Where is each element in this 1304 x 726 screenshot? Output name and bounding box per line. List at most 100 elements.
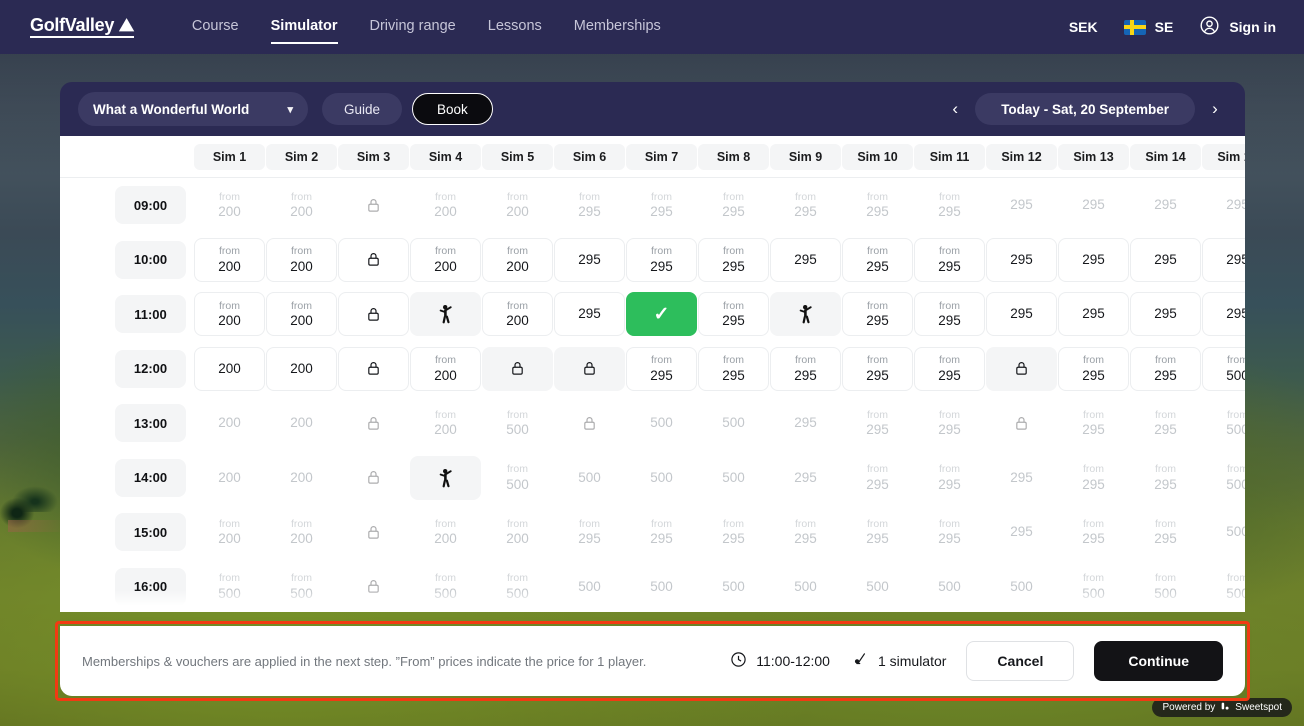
slot-cell[interactable]: 200 bbox=[194, 346, 265, 391]
slot-cell: from 295 bbox=[554, 510, 625, 554]
next-day-button[interactable]: › bbox=[1203, 95, 1227, 123]
slot-cell[interactable]: from 295 bbox=[626, 346, 697, 391]
slot-cell[interactable] bbox=[410, 455, 481, 500]
slot-cell[interactable] bbox=[338, 346, 409, 391]
currency-selector[interactable]: SEK bbox=[1069, 19, 1098, 35]
simulator-column-11[interactable]: Sim 11 bbox=[914, 143, 985, 170]
from-label: from bbox=[939, 354, 960, 367]
slot-cell[interactable]: from 200 bbox=[266, 292, 337, 337]
slot-cell[interactable]: from 295 bbox=[698, 237, 769, 282]
slot-cell[interactable]: 295 bbox=[1058, 292, 1129, 337]
slot-cell[interactable]: 295 bbox=[1130, 292, 1201, 337]
prev-day-button[interactable]: ‹ bbox=[943, 95, 967, 123]
simulator-column-4[interactable]: Sim 4 bbox=[410, 143, 481, 170]
slot-cell: 295 bbox=[1058, 183, 1129, 227]
grid-scroll-area[interactable]: 09:00 from 200 from 200 from 200 from 200 from 295… bbox=[60, 178, 1245, 612]
slot-cell[interactable] bbox=[482, 346, 553, 391]
slot-cell[interactable]: 295 bbox=[986, 237, 1057, 282]
slot-cell[interactable]: 295 bbox=[1202, 292, 1245, 337]
powered-by-badge[interactable]: Powered by Sweetspot bbox=[1152, 698, 1292, 717]
continue-button[interactable]: Continue bbox=[1094, 641, 1223, 681]
sign-in-button[interactable]: Sign in bbox=[1199, 15, 1276, 39]
cancel-button[interactable]: Cancel bbox=[966, 641, 1075, 681]
language-selector[interactable]: SE bbox=[1123, 19, 1173, 35]
simulator-column-2[interactable]: Sim 2 bbox=[266, 143, 337, 170]
slot-cell[interactable]: from 295 bbox=[1130, 346, 1201, 391]
brand-logo[interactable]: GolfValley ⛰ bbox=[30, 16, 134, 38]
simulator-column-7[interactable]: Sim 7 bbox=[626, 143, 697, 170]
book-button[interactable]: Book bbox=[412, 93, 493, 125]
slot-cell[interactable]: from 200 bbox=[482, 237, 553, 282]
slot-cell[interactable]: from 295 bbox=[770, 346, 841, 391]
simulator-column-3[interactable]: Sim 3 bbox=[338, 143, 409, 170]
simulator-column-1[interactable]: Sim 1 bbox=[194, 143, 265, 170]
slot-cell[interactable] bbox=[338, 237, 409, 282]
slot-cell[interactable]: 295 bbox=[554, 292, 625, 337]
simulator-column-12[interactable]: Sim 12 bbox=[986, 143, 1057, 170]
slot-price: 200 bbox=[218, 313, 241, 329]
simulator-column-15[interactable]: Sim 15 bbox=[1202, 143, 1245, 170]
simulator-column-13[interactable]: Sim 13 bbox=[1058, 143, 1129, 170]
slot-cell[interactable] bbox=[986, 346, 1057, 391]
slot-cell[interactable]: 295 bbox=[770, 237, 841, 282]
nav-link-course[interactable]: Course bbox=[192, 18, 239, 37]
slot-cell[interactable]: 295 bbox=[554, 237, 625, 282]
slot-cell[interactable]: 295 bbox=[1130, 237, 1201, 282]
slot-cell: 500 bbox=[626, 401, 697, 445]
slot-cell[interactable]: 295 bbox=[1058, 237, 1129, 282]
from-label: from bbox=[219, 190, 240, 203]
slot-cell[interactable]: 295 bbox=[1202, 237, 1245, 282]
sweetspot-icon bbox=[1220, 701, 1230, 714]
slot-cell[interactable]: from 200 bbox=[194, 292, 265, 337]
bottom-bar-note: Memberships & vouchers are applied in th… bbox=[82, 653, 647, 669]
slot-cell[interactable]: from 200 bbox=[194, 237, 265, 282]
simulator-column-9[interactable]: Sim 9 bbox=[770, 143, 841, 170]
nav-link-driving-range[interactable]: Driving range bbox=[370, 18, 456, 37]
current-date-label[interactable]: Today - Sat, 20 September bbox=[975, 93, 1195, 125]
from-label: from bbox=[435, 408, 456, 421]
slot-cell[interactable]: from 200 bbox=[410, 346, 481, 391]
simulator-column-14[interactable]: Sim 14 bbox=[1130, 143, 1201, 170]
slot-price: 295 bbox=[650, 204, 673, 220]
slot-cell[interactable]: from 295 bbox=[914, 237, 985, 282]
slot-cell[interactable]: from 295 bbox=[842, 292, 913, 337]
slot-cell[interactable]: from 295 bbox=[626, 237, 697, 282]
slot-cell[interactable]: from 295 bbox=[842, 237, 913, 282]
slot-cell: 295 bbox=[986, 456, 1057, 500]
slot-cell[interactable]: from 295 bbox=[842, 346, 913, 391]
slot-cell[interactable] bbox=[410, 292, 481, 337]
slot-cell[interactable]: ✓ bbox=[626, 292, 697, 337]
time-slot-row: 10:00 from 200 from 200 from 200 from 200 295 from… bbox=[60, 233, 1245, 288]
slot-cell[interactable]: from 295 bbox=[1058, 346, 1129, 391]
nav-link-lessons[interactable]: Lessons bbox=[488, 18, 542, 37]
slot-cell[interactable]: from500 bbox=[1202, 346, 1245, 391]
simulator-column-10[interactable]: Sim 10 bbox=[842, 143, 913, 170]
slot-cell[interactable] bbox=[554, 346, 625, 391]
simulator-column-5[interactable]: Sim 5 bbox=[482, 143, 553, 170]
from-label: from bbox=[939, 245, 960, 258]
user-circle-icon bbox=[1199, 15, 1220, 39]
availability-grid: Sim 1 Sim 2 Sim 3 Sim 4 Sim 5 Sim 6 Sim 7 Sim 8… bbox=[60, 136, 1245, 612]
from-label: from bbox=[435, 572, 456, 585]
nav-link-simulator[interactable]: Simulator bbox=[270, 18, 338, 44]
from-label: from bbox=[291, 517, 312, 530]
slot-cell[interactable]: from 200 bbox=[266, 237, 337, 282]
slot-cell[interactable]: 295 bbox=[986, 292, 1057, 337]
slot-cell[interactable]: from 295 bbox=[698, 292, 769, 337]
slot-cell[interactable]: from 200 bbox=[482, 292, 553, 337]
nav-link-memberships[interactable]: Memberships bbox=[574, 18, 661, 37]
guide-button[interactable]: Guide bbox=[322, 93, 403, 125]
from-label: from bbox=[939, 190, 960, 203]
slot-cell[interactable]: from 200 bbox=[410, 237, 481, 282]
slot-cell[interactable]: from 295 bbox=[698, 346, 769, 391]
venue-select[interactable]: What a Wonderful World ▾ bbox=[78, 92, 308, 126]
slot-cell[interactable] bbox=[770, 292, 841, 337]
simulator-column-6[interactable]: Sim 6 bbox=[554, 143, 625, 170]
slot-price: 500 bbox=[650, 415, 673, 431]
slot-cell[interactable]: 200 bbox=[266, 346, 337, 391]
slot-cell[interactable] bbox=[338, 292, 409, 337]
slot-price: 295 bbox=[938, 313, 961, 329]
slot-cell[interactable]: from 295 bbox=[914, 346, 985, 391]
simulator-column-8[interactable]: Sim 8 bbox=[698, 143, 769, 170]
slot-cell[interactable]: from 295 bbox=[914, 292, 985, 337]
